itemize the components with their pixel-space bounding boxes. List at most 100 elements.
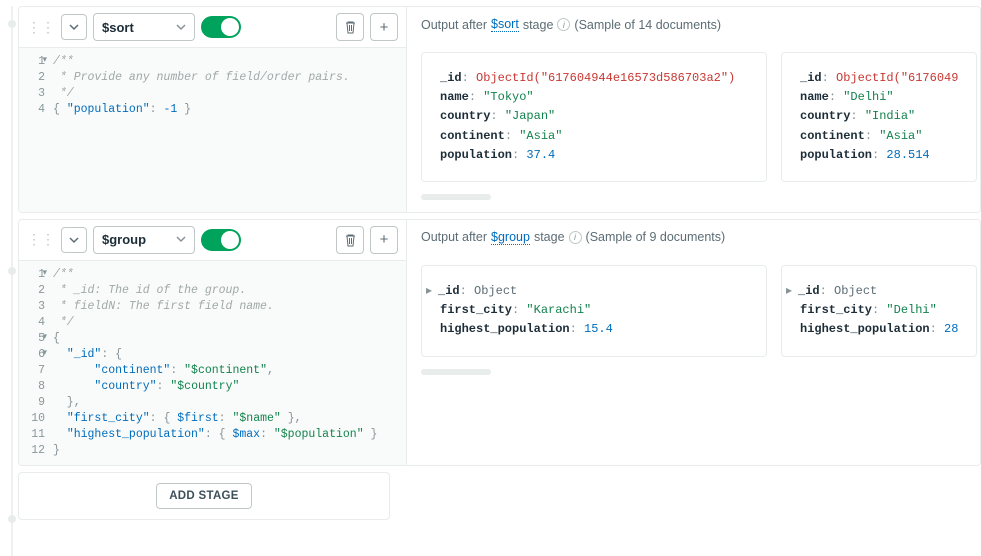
field-value: 28.514	[886, 148, 929, 162]
field-key: name	[800, 90, 829, 104]
document-field: population: 28.514	[800, 146, 958, 165]
horizontal-scrollbar[interactable]	[421, 194, 491, 200]
line-number: 11	[19, 427, 45, 443]
timeline-line	[11, 6, 13, 556]
code-editor[interactable]: 1▾234/** * Provide any number of field/o…	[19, 47, 406, 212]
field-key: _id	[440, 71, 462, 85]
line-number: 9	[19, 395, 45, 411]
document-card: ▸_id: Objectfirst_city: "Delhi"highest_p…	[781, 265, 977, 357]
field-key: highest_population	[440, 322, 570, 336]
code-line: */	[53, 315, 398, 331]
stage-doc-link[interactable]: $group	[491, 230, 530, 245]
pipeline-stage: ⋮⋮ $sort +1▾234/** * Provide any number of…	[18, 6, 981, 213]
documents-row: _id: ObjectId("617604944e16573d586703a2"…	[407, 42, 980, 186]
field-key: country	[440, 109, 490, 123]
collapse-button[interactable]	[61, 14, 87, 40]
field-key: continent	[440, 129, 505, 143]
stage-editor-panel: ⋮⋮$group+1▾2345▾6▾789101112/** * _id: Th…	[19, 220, 407, 465]
document-card: _id: ObjectId("617604944e16573d586703a2"…	[421, 52, 767, 182]
code-line: * Provide any number of field/order pair…	[53, 70, 398, 86]
collapse-button[interactable]	[61, 227, 87, 253]
fold-icon[interactable]: ▾	[42, 331, 47, 344]
field-value: "Delhi"	[843, 90, 893, 104]
delete-stage-button[interactable]	[336, 226, 364, 254]
field-key: population	[440, 148, 512, 162]
stage-header: ⋮⋮ $group +	[19, 220, 406, 260]
info-icon[interactable]: i	[569, 231, 582, 244]
stage-header: ⋮⋮ $sort +	[19, 7, 406, 47]
field-key: highest_population	[800, 322, 930, 336]
document-field: first_city: "Delhi"	[800, 301, 958, 320]
code-body[interactable]: /** * _id: The id of the group. * fieldN…	[53, 267, 406, 459]
code-line: "continent": "$continent",	[53, 363, 398, 379]
field-value: ObjectId("6176049	[836, 71, 958, 85]
field-key: first_city	[800, 303, 872, 317]
line-gutter: 1▾2345▾6▾789101112	[19, 267, 53, 459]
field-colon: :	[460, 284, 474, 298]
field-value: "Delhi"	[886, 303, 936, 317]
stage-operator-select[interactable]: $group	[93, 226, 195, 254]
field-colon: :	[490, 109, 504, 123]
code-line: },	[53, 395, 398, 411]
field-value: 37.4	[526, 148, 555, 162]
field-key: continent	[800, 129, 865, 143]
document-field: _id: ObjectId("617604944e16573d586703a2"…	[440, 69, 748, 88]
field-value: "India"	[865, 109, 915, 123]
code-line: /**	[53, 54, 398, 70]
drag-handle-icon[interactable]: ⋮⋮	[27, 19, 55, 36]
field-colon: :	[820, 284, 834, 298]
line-gutter: 1▾234	[19, 54, 53, 206]
toggle-knob	[221, 231, 239, 249]
field-value: "Asia"	[519, 129, 562, 143]
field-colon: :	[872, 148, 886, 162]
document-field: highest_population: 28	[800, 320, 958, 339]
line-number: 6▾	[19, 347, 45, 363]
field-key: name	[440, 90, 469, 104]
field-value: Object	[474, 284, 517, 298]
line-number: 2	[19, 283, 45, 299]
field-colon: :	[872, 303, 886, 317]
field-value: "Asia"	[879, 129, 922, 143]
field-colon: :	[462, 71, 476, 85]
document-field: continent: "Asia"	[800, 127, 958, 146]
fold-icon[interactable]: ▾	[42, 267, 47, 280]
code-body[interactable]: /** * Provide any number of field/order …	[53, 54, 406, 206]
expand-field-icon[interactable]: ▸	[426, 282, 438, 301]
line-number: 4	[19, 102, 45, 118]
fold-icon[interactable]: ▾	[42, 347, 47, 360]
add-stage-after-button[interactable]: +	[370, 13, 398, 41]
line-number: 8	[19, 379, 45, 395]
expand-field-icon[interactable]: ▸	[786, 282, 798, 301]
stage-operator-select[interactable]: $sort	[93, 13, 195, 41]
code-line: }	[53, 443, 398, 459]
code-line: * fieldN: The first field name.	[53, 299, 398, 315]
field-value: "Karachi"	[526, 303, 591, 317]
stage-enabled-toggle[interactable]	[201, 16, 241, 38]
line-number: 12	[19, 443, 45, 459]
code-editor[interactable]: 1▾2345▾6▾789101112/** * _id: The id of t…	[19, 260, 406, 465]
stage-enabled-toggle[interactable]	[201, 229, 241, 251]
output-header: Output after $sort stage i (Sample of 14…	[407, 7, 980, 42]
document-field: ▸_id: Object	[800, 282, 958, 301]
drag-handle-icon[interactable]: ⋮⋮	[27, 231, 55, 248]
document-card: ▸_id: Objectfirst_city: "Karachi"highest…	[421, 265, 767, 357]
delete-stage-button[interactable]	[336, 13, 364, 41]
document-field: population: 37.4	[440, 146, 748, 165]
code-line: * _id: The id of the group.	[53, 283, 398, 299]
line-number: 5▾	[19, 331, 45, 347]
stage-doc-link[interactable]: $sort	[491, 17, 519, 32]
code-line: { "population": -1 }	[53, 102, 398, 118]
timeline-dot	[8, 20, 16, 28]
line-number: 3	[19, 86, 45, 102]
info-icon[interactable]: i	[557, 18, 570, 31]
line-number: 7	[19, 363, 45, 379]
fold-icon[interactable]: ▾	[42, 54, 47, 67]
field-value: ObjectId("617604944e16573d586703a2")	[476, 71, 735, 85]
add-stage-button[interactable]: ADD STAGE	[156, 483, 252, 509]
field-key: country	[800, 109, 850, 123]
horizontal-scrollbar[interactable]	[421, 369, 491, 375]
code-line: {	[53, 331, 398, 347]
field-colon: :	[469, 90, 483, 104]
add-stage-after-button[interactable]: +	[370, 226, 398, 254]
field-key: population	[800, 148, 872, 162]
